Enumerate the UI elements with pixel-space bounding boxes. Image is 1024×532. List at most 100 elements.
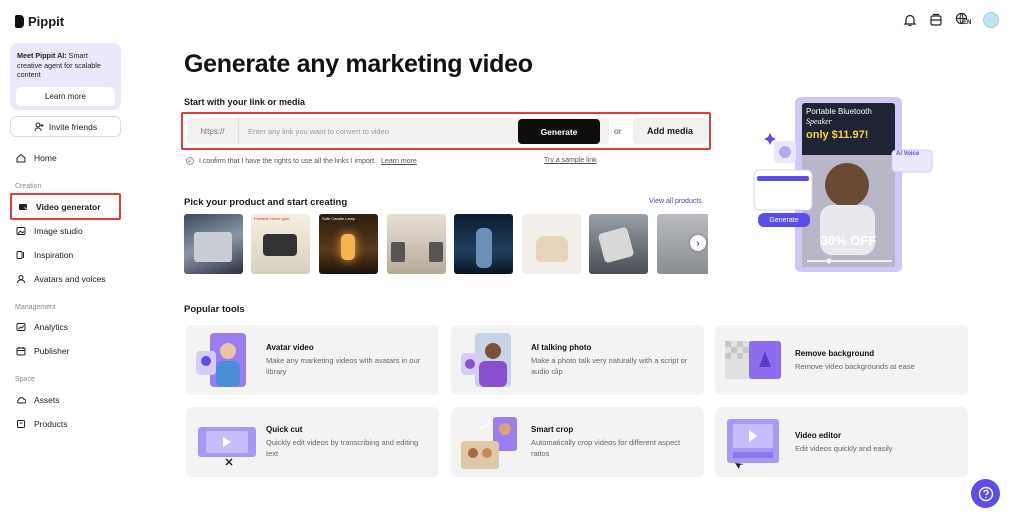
product-thumb[interactable] <box>184 214 243 274</box>
tool-title: Avatar video <box>266 343 314 352</box>
tool-card-avatar-video[interactable]: Avatar video Make any marketing videos w… <box>186 325 439 395</box>
link-section-title: Start with your link or media <box>184 97 306 107</box>
avatar-video-icon <box>196 333 246 387</box>
sidebar-item-inspiration[interactable]: Inspiration <box>10 243 121 267</box>
sidebar-item-products[interactable]: Products <box>10 412 121 436</box>
popular-tools-title: Popular tools <box>184 304 245 315</box>
app-name: Pippit <box>28 14 65 29</box>
link-input-bar: https:// Enter any link you want to conv… <box>181 112 711 150</box>
products-section-title: Pick your product and start creating <box>184 197 348 208</box>
language-label: EN <box>963 20 972 26</box>
hero-illustration: Portable Bluetooth Speaker only $11.97! … <box>752 95 934 275</box>
section-creation: Creation <box>15 183 42 190</box>
remove-background-icon <box>725 341 781 379</box>
tool-card-quick-cut[interactable]: Quick cut Quickly edit videos by transcr… <box>186 407 439 477</box>
tool-desc: Automatically crop videos for different … <box>531 438 681 458</box>
link-placeholder: Enter any link you want to convert to vi… <box>248 126 389 136</box>
tool-card-ai-talking-photo[interactable]: AI talking photo Make a photo talk very … <box>451 325 704 395</box>
tool-desc: Edit videos quickly and easily <box>795 444 893 453</box>
tool-desc: Make any marketing videos with avatars i… <box>266 356 421 376</box>
video-editor-icon <box>727 419 779 469</box>
hero-discount: 30% OFF <box>820 233 877 248</box>
product-thumb[interactable] <box>454 214 513 274</box>
thumb-label: Portable Home gym <box>254 216 290 221</box>
analytics-icon <box>16 323 26 331</box>
promo-card: Meet Pippit AI: Smart creative agent for… <box>10 43 121 110</box>
page-title: Generate any marketing video <box>184 50 533 78</box>
tool-title: Remove background <box>795 349 875 358</box>
sidebar-item-label: Image studio <box>34 226 83 236</box>
cloud-icon <box>17 397 26 404</box>
sidebar-item-label: Home <box>34 153 57 163</box>
section-management: Management <box>15 304 56 311</box>
invite-friends-label: Invite friends <box>48 121 98 132</box>
quick-cut-icon <box>198 427 256 466</box>
tool-card-smart-crop[interactable]: Smart crop Automatically crop videos for… <box>451 407 704 477</box>
or-separator: or <box>614 126 622 136</box>
sidebar-item-label: Products <box>34 419 68 429</box>
sidebar-item-label: Analytics <box>34 322 69 332</box>
video-generator-icon <box>19 203 27 210</box>
sidebar-item-assets[interactable]: Assets <box>10 388 121 412</box>
pippit-logo[interactable]: Pippit <box>15 14 64 29</box>
image-icon <box>16 227 26 235</box>
language-selector[interactable]: EN <box>955 12 972 28</box>
pippit-logo-icon <box>15 15 24 28</box>
inbox-icon[interactable] <box>929 13 943 27</box>
tool-card-video-editor[interactable]: Video editor Edit videos quickly and eas… <box>715 407 968 477</box>
sidebar-item-home[interactable]: Home <box>10 146 121 170</box>
hero-generate-badge: Generate <box>758 213 810 227</box>
product-thumb[interactable]: Portable Home gym <box>251 214 310 274</box>
product-thumb[interactable] <box>589 214 648 274</box>
view-all-products-link[interactable]: View all products <box>649 198 702 205</box>
sidebar-item-label: Inspiration <box>34 250 74 260</box>
product-carousel: Portable Home gym Safe Candle Lamp <box>184 214 708 274</box>
tool-desc: Quickly edit videos by transcribing and … <box>266 438 419 458</box>
section-space: Space <box>15 376 35 383</box>
hero-ai-voice: AI Voice <box>896 151 920 157</box>
generate-button[interactable]: Generate <box>518 119 600 144</box>
tool-title: Smart crop <box>531 425 574 434</box>
product-thumb[interactable]: Safe Candle Lamp <box>319 214 378 274</box>
hero-price: only $11.97! <box>806 129 869 141</box>
add-media-button[interactable]: Add media <box>633 118 707 144</box>
sidebar-item-analytics[interactable]: Analytics <box>10 315 121 339</box>
talking-photo-icon <box>461 333 511 387</box>
product-thumb[interactable] <box>522 214 581 274</box>
sidebar-item-label: Avatars and voices <box>34 274 106 284</box>
sidebar-item-label: Video generator <box>36 201 101 212</box>
help-button[interactable] <box>971 479 1000 508</box>
link-prefix: https:// <box>187 118 239 144</box>
sidebar-item-publisher[interactable]: Publisher <box>10 339 121 363</box>
learn-more-button[interactable]: Learn more <box>16 87 115 106</box>
thumb-label: Safe Candle Lamp <box>322 216 356 221</box>
sidebar-item-label: Assets <box>34 395 60 405</box>
bell-icon[interactable] <box>903 13 917 27</box>
tool-desc: Remove video backgrounds at ease <box>795 362 915 371</box>
chevron-right-icon: › <box>696 237 700 249</box>
tool-title: AI talking photo <box>531 343 592 352</box>
invite-friends-button[interactable]: Invite friends <box>10 116 121 137</box>
hero-product-text: Portable Bluetooth Speaker <box>806 107 894 127</box>
sidebar-item-video-generator[interactable]: Video generator <box>10 193 121 220</box>
confirm-checkbox[interactable]: ✓ <box>186 157 194 165</box>
tool-title: Quick cut <box>266 425 303 434</box>
user-avatar[interactable] <box>983 12 999 28</box>
rights-confirmation: ✓ I confirm that I have the rights to us… <box>186 157 417 165</box>
tool-desc: Make a photo talk very naturally with a … <box>531 356 688 376</box>
header-actions: EN <box>903 12 999 28</box>
carousel-next-button[interactable]: › <box>690 235 706 251</box>
user-plus-icon <box>34 122 44 131</box>
inspiration-icon <box>16 251 24 259</box>
sidebar-item-avatars-voices[interactable]: Avatars and voices <box>10 267 121 291</box>
smart-crop-icon <box>461 417 517 469</box>
sidebar-item-image-studio[interactable]: Image studio <box>10 219 121 243</box>
product-thumb[interactable] <box>387 214 446 274</box>
tool-card-remove-background[interactable]: Remove background Remove video backgroun… <box>715 325 968 395</box>
learn-more-link[interactable]: Learn more <box>381 158 417 165</box>
question-icon <box>978 486 993 501</box>
calendar-icon <box>16 347 26 356</box>
promo-title: Meet Pippit AI: <box>17 51 67 60</box>
sample-link[interactable]: Try a sample link <box>544 157 597 164</box>
avatar-icon <box>17 275 25 284</box>
